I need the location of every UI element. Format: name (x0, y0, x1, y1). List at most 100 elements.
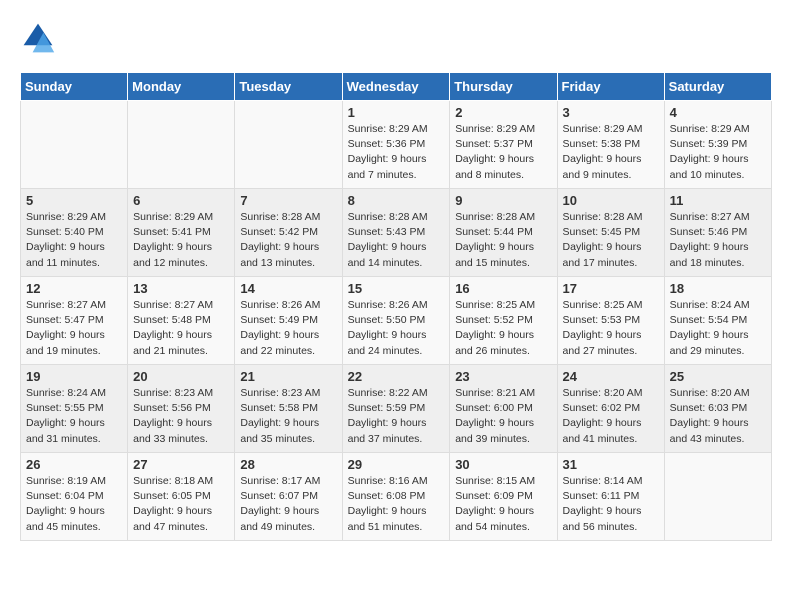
day-info: Sunrise: 8:29 AM Sunset: 5:38 PM Dayligh… (563, 122, 659, 183)
calendar-empty-cell (21, 101, 128, 189)
calendar-empty-cell (235, 101, 342, 189)
day-info: Sunrise: 8:29 AM Sunset: 5:37 PM Dayligh… (455, 122, 551, 183)
day-info: Sunrise: 8:29 AM Sunset: 5:39 PM Dayligh… (670, 122, 766, 183)
calendar-weekday-thursday: Thursday (450, 73, 557, 101)
day-number: 17 (563, 281, 659, 296)
day-number: 29 (348, 457, 445, 472)
calendar-day-1: 1Sunrise: 8:29 AM Sunset: 5:36 PM Daylig… (342, 101, 450, 189)
day-number: 24 (563, 369, 659, 384)
day-number: 12 (26, 281, 122, 296)
day-info: Sunrise: 8:27 AM Sunset: 5:47 PM Dayligh… (26, 298, 122, 359)
logo-icon (20, 20, 56, 56)
calendar-day-26: 26 Sunrise: 8:19 AM Sunset: 6:04 PM Dayli… (21, 453, 128, 541)
calendar-body: 1Sunrise: 8:29 AM Sunset: 5:36 PM Daylig… (21, 101, 772, 541)
calendar-empty-cell (128, 101, 235, 189)
calendar-day-11: 11 Sunrise: 8:27 AM Sunset: 5:46 PM Dayli… (664, 189, 771, 277)
calendar-week-row: 5 Sunrise: 8:29 AM Sunset: 5:40 PM Daylig… (21, 189, 772, 277)
day-info: Sunrise: 8:28 AM Sunset: 5:45 PM Dayligh… (563, 210, 659, 271)
day-number: 3 (563, 105, 659, 120)
calendar-weekday-wednesday: Wednesday (342, 73, 450, 101)
calendar-day-27: 27 Sunrise: 8:18 AM Sunset: 6:05 PM Dayli… (128, 453, 235, 541)
calendar-day-28: 28Sunrise: 8:17 AM Sunset: 6:07 PM Dayli… (235, 453, 342, 541)
calendar-day-10: 10 Sunrise: 8:28 AM Sunset: 5:45 PM Dayli… (557, 189, 664, 277)
day-info: Sunrise: 8:24 AM Sunset: 5:54 PM Dayligh… (670, 298, 766, 359)
day-number: 11 (670, 193, 766, 208)
day-number: 4 (670, 105, 766, 120)
day-info: Sunrise: 8:27 AM Sunset: 5:46 PM Dayligh… (670, 210, 766, 271)
calendar-day-13: 13Sunrise: 8:27 AM Sunset: 5:48 PM Dayli… (128, 277, 235, 365)
day-number: 15 (348, 281, 445, 296)
calendar-day-9: 9 Sunrise: 8:28 AM Sunset: 5:44 PM Daylig… (450, 189, 557, 277)
day-number: 31 (563, 457, 659, 472)
day-number: 8 (348, 193, 445, 208)
calendar-day-7: 7Sunrise: 8:28 AM Sunset: 5:42 PM Daylig… (235, 189, 342, 277)
day-number: 30 (455, 457, 551, 472)
day-number: 26 (26, 457, 122, 472)
calendar-day-20: 20 Sunrise: 8:23 AM Sunset: 5:56 PM Dayli… (128, 365, 235, 453)
day-number: 20 (133, 369, 229, 384)
calendar-day-24: 24 Sunrise: 8:20 AM Sunset: 6:02 PM Dayli… (557, 365, 664, 453)
day-number: 13 (133, 281, 229, 296)
calendar-day-31: 31 Sunrise: 8:14 AM Sunset: 6:11 PM Dayli… (557, 453, 664, 541)
calendar-empty-cell (664, 453, 771, 541)
calendar-week-row: 19 Sunrise: 8:24 AM Sunset: 5:55 PM Dayli… (21, 365, 772, 453)
day-info: Sunrise: 8:14 AM Sunset: 6:11 PM Dayligh… (563, 474, 659, 535)
calendar-week-row: 26 Sunrise: 8:19 AM Sunset: 6:04 PM Dayli… (21, 453, 772, 541)
day-info: Sunrise: 8:15 AM Sunset: 6:09 PM Dayligh… (455, 474, 551, 535)
calendar-day-15: 15 Sunrise: 8:26 AM Sunset: 5:50 PM Dayli… (342, 277, 450, 365)
day-number: 2 (455, 105, 551, 120)
day-info: Sunrise: 8:29 AM Sunset: 5:41 PM Dayligh… (133, 210, 229, 271)
calendar-day-2: 2 Sunrise: 8:29 AM Sunset: 5:37 PM Daylig… (450, 101, 557, 189)
calendar-day-3: 3 Sunrise: 8:29 AM Sunset: 5:38 PM Daylig… (557, 101, 664, 189)
day-number: 5 (26, 193, 122, 208)
calendar-day-18: 18Sunrise: 8:24 AM Sunset: 5:54 PM Dayli… (664, 277, 771, 365)
calendar-day-22: 22 Sunrise: 8:22 AM Sunset: 5:59 PM Dayli… (342, 365, 450, 453)
calendar-day-14: 14 Sunrise: 8:26 AM Sunset: 5:49 PM Dayli… (235, 277, 342, 365)
day-number: 1 (348, 105, 445, 120)
day-info: Sunrise: 8:19 AM Sunset: 6:04 PM Dayligh… (26, 474, 122, 535)
calendar-day-17: 17 Sunrise: 8:25 AM Sunset: 5:53 PM Dayli… (557, 277, 664, 365)
calendar-weekday-monday: Monday (128, 73, 235, 101)
day-number: 10 (563, 193, 659, 208)
day-info: Sunrise: 8:20 AM Sunset: 6:02 PM Dayligh… (563, 386, 659, 447)
day-number: 27 (133, 457, 229, 472)
calendar-day-6: 6Sunrise: 8:29 AM Sunset: 5:41 PM Daylig… (128, 189, 235, 277)
calendar-day-25: 25Sunrise: 8:20 AM Sunset: 6:03 PM Dayli… (664, 365, 771, 453)
day-info: Sunrise: 8:18 AM Sunset: 6:05 PM Dayligh… (133, 474, 229, 535)
calendar-table: SundayMondayTuesdayWednesdayThursdayFrid… (20, 72, 772, 541)
calendar-day-30: 30 Sunrise: 8:15 AM Sunset: 6:09 PM Dayli… (450, 453, 557, 541)
calendar-header: SundayMondayTuesdayWednesdayThursdayFrid… (21, 73, 772, 101)
calendar-day-5: 5 Sunrise: 8:29 AM Sunset: 5:40 PM Daylig… (21, 189, 128, 277)
day-number: 23 (455, 369, 551, 384)
day-info: Sunrise: 8:25 AM Sunset: 5:52 PM Dayligh… (455, 298, 551, 359)
calendar-day-19: 19 Sunrise: 8:24 AM Sunset: 5:55 PM Dayli… (21, 365, 128, 453)
day-number: 21 (240, 369, 336, 384)
day-info: Sunrise: 8:24 AM Sunset: 5:55 PM Dayligh… (26, 386, 122, 447)
day-info: Sunrise: 8:29 AM Sunset: 5:40 PM Dayligh… (26, 210, 122, 271)
day-number: 16 (455, 281, 551, 296)
calendar-day-23: 23 Sunrise: 8:21 AM Sunset: 6:00 PM Dayli… (450, 365, 557, 453)
day-info: Sunrise: 8:28 AM Sunset: 5:42 PM Dayligh… (240, 210, 336, 271)
day-number: 14 (240, 281, 336, 296)
day-info: Sunrise: 8:28 AM Sunset: 5:44 PM Dayligh… (455, 210, 551, 271)
day-number: 19 (26, 369, 122, 384)
calendar-day-8: 8 Sunrise: 8:28 AM Sunset: 5:43 PM Daylig… (342, 189, 450, 277)
calendar-weekday-saturday: Saturday (664, 73, 771, 101)
calendar-header-row: SundayMondayTuesdayWednesdayThursdayFrid… (21, 73, 772, 101)
calendar-day-29: 29 Sunrise: 8:16 AM Sunset: 6:08 PM Dayli… (342, 453, 450, 541)
day-number: 22 (348, 369, 445, 384)
page-header (20, 20, 772, 56)
day-number: 28 (240, 457, 336, 472)
day-info: Sunrise: 8:21 AM Sunset: 6:00 PM Dayligh… (455, 386, 551, 447)
day-info: Sunrise: 8:28 AM Sunset: 5:43 PM Dayligh… (348, 210, 445, 271)
day-number: 25 (670, 369, 766, 384)
day-info: Sunrise: 8:26 AM Sunset: 5:50 PM Dayligh… (348, 298, 445, 359)
day-info: Sunrise: 8:16 AM Sunset: 6:08 PM Dayligh… (348, 474, 445, 535)
day-number: 9 (455, 193, 551, 208)
day-info: Sunrise: 8:26 AM Sunset: 5:49 PM Dayligh… (240, 298, 336, 359)
day-info: Sunrise: 8:22 AM Sunset: 5:59 PM Dayligh… (348, 386, 445, 447)
calendar-day-21: 21Sunrise: 8:23 AM Sunset: 5:58 PM Dayli… (235, 365, 342, 453)
calendar-weekday-sunday: Sunday (21, 73, 128, 101)
day-info: Sunrise: 8:23 AM Sunset: 5:56 PM Dayligh… (133, 386, 229, 447)
day-info: Sunrise: 8:25 AM Sunset: 5:53 PM Dayligh… (563, 298, 659, 359)
